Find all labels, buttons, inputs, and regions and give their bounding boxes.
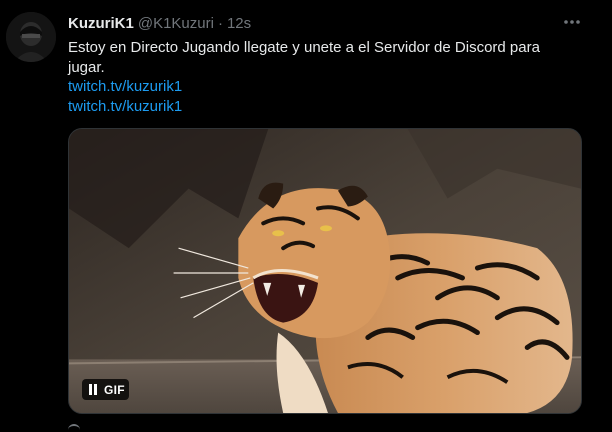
- tiger-image: [69, 129, 581, 413]
- pause-icon: [89, 384, 97, 395]
- gif-controls: GIF: [82, 379, 129, 400]
- gif-media[interactable]: GIF: [68, 128, 582, 414]
- timestamp[interactable]: 12s: [227, 15, 251, 32]
- more-options-button[interactable]: [556, 12, 588, 32]
- tweet-links: twitch.tv/kuzurik1 twitch.tv/kuzurik1: [68, 77, 182, 117]
- twitch-link[interactable]: twitch.tv/kuzurik1: [68, 97, 182, 117]
- tweet-text: Estoy en Directo Jugando llegate y unete…: [68, 39, 540, 76]
- user-handle[interactable]: @K1Kuzuri: [138, 15, 214, 32]
- tweet-header: KuzuriK1 @K1Kuzuri · 12s: [68, 13, 251, 33]
- avatar-image: [6, 12, 56, 62]
- gif-badge: GIF: [104, 382, 125, 397]
- more-dots-icon: [564, 20, 580, 24]
- separator-dot: ·: [217, 14, 223, 32]
- display-name[interactable]: KuzuriK1: [68, 15, 134, 32]
- pause-button[interactable]: [86, 383, 100, 397]
- avatar[interactable]: [6, 12, 56, 62]
- tweet[interactable]: KuzuriK1 @K1Kuzuri · 12s Estoy en Direct…: [0, 0, 612, 430]
- action-bar-edge: [68, 424, 80, 432]
- twitch-link[interactable]: twitch.tv/kuzurik1: [68, 77, 182, 97]
